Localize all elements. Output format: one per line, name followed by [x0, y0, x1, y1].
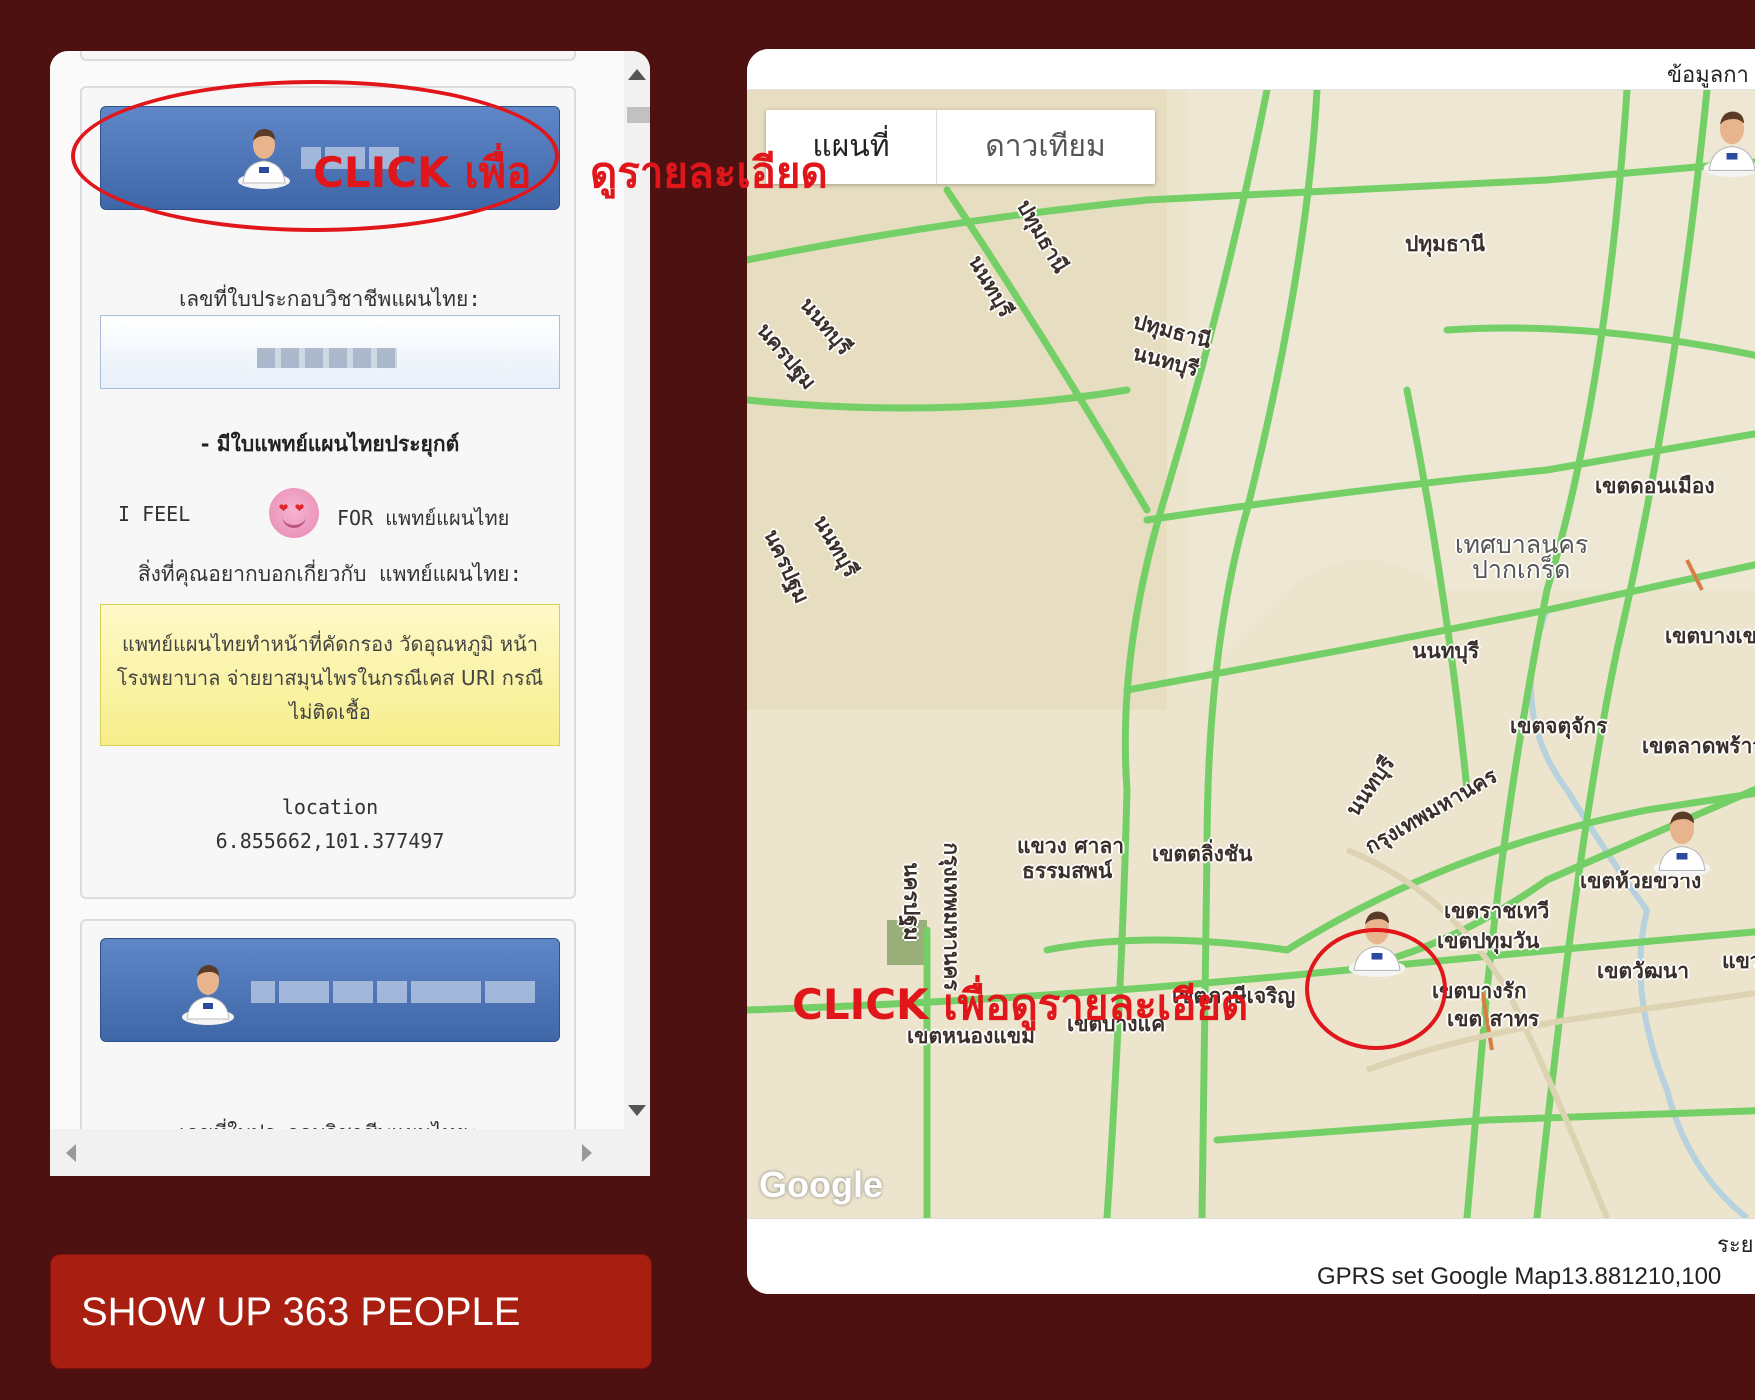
doctor-marker-icon[interactable] — [1652, 805, 1712, 877]
previous-profile-card — [80, 51, 576, 61]
license-number-blurred — [257, 348, 397, 368]
map-label: เขตลาดพร้าว — [1642, 734, 1755, 758]
annotation-detail-text: ดูรายละเอียด — [590, 148, 828, 197]
profile-name-blurred — [251, 981, 535, 1003]
show-up-people-button[interactable]: SHOW UP 363 PEOPLE — [50, 1254, 652, 1369]
map-label: แขว — [1722, 949, 1755, 973]
horizontal-scrollbar[interactable] — [50, 1129, 650, 1176]
scroll-down-arrow-icon[interactable] — [628, 1105, 646, 1116]
doctor-marker-icon[interactable] — [1702, 105, 1755, 177]
map-label: ปทุมธานี — [1405, 232, 1485, 256]
map-scale-text: ระย — [1717, 1233, 1754, 1258]
map-info-header: ข้อมูลกา — [1667, 63, 1749, 88]
about-label: สิ่งที่คุณอยากบอกเกี่ยวกับ แพทย์แผนไทย: — [137, 562, 523, 586]
gprs-coordinates-text: GPRS set Google Map13.881210,100 — [1317, 1263, 1722, 1290]
profile-card: เลขที่ใบประกอบวิชาชีพแผนไทย: — [80, 919, 576, 1129]
google-logo: Google — [759, 1164, 883, 1205]
map-label: เขต สาทร — [1447, 1007, 1540, 1031]
google-map[interactable]: ปทุมธานี ปทุมธานี นนทบุรี นนทบุรี นครปฐม… — [747, 90, 1755, 1218]
map-label: เขตปทุมวัน — [1437, 929, 1540, 953]
certification-badge-text: - มีใบแพทย์แผนไทยประยุกต์ — [200, 432, 460, 456]
feeling-row: I FEEL ❤ ❤ FOR แพทย์แผนไทย — [82, 488, 578, 542]
annotation-map-click-text: CLICK เพื่อดูรายละเอียด — [792, 980, 1249, 1029]
map-label: ธรรมสพน์ — [1022, 859, 1113, 883]
feel-label: I FEEL — [118, 502, 191, 526]
scroll-left-arrow-icon[interactable] — [66, 1144, 76, 1162]
heart-eyes-emoji-icon: ❤ ❤ — [269, 488, 319, 538]
map-roads-layer — [747, 90, 1755, 1218]
license-label: เลขที่ใบประกอบวิชาชีพแผนไทย: — [179, 287, 481, 311]
scroll-up-arrow-icon[interactable] — [628, 69, 646, 80]
map-label: เขตจตุจักร — [1510, 714, 1608, 738]
doctor-avatar-icon — [182, 965, 234, 1025]
map-label: เขตราชเทวี — [1444, 899, 1550, 923]
map-label: เขตดอนเมือง — [1595, 474, 1715, 498]
map-label: กรุงเทพมหานคร — [939, 842, 964, 991]
about-note-box: แพทย์แผนไทยทำหน้าที่คัดกรอง วัดอุณหภูมิ … — [100, 604, 560, 746]
map-label: นครปฐม — [899, 862, 924, 941]
license-number-field — [100, 315, 560, 389]
annotation-click-text: CLICK เพื่อ — [313, 148, 532, 197]
feel-target-label: FOR แพทย์แผนไทย — [337, 506, 510, 530]
location-value: 6.855662,101.377497 — [215, 829, 445, 853]
map-header: ข้อมูลกา — [747, 49, 1755, 90]
location-label: location — [281, 795, 379, 819]
map-label: นนทบุรี — [1412, 639, 1480, 663]
map-type-satellite-button[interactable]: ดาวเทียม — [936, 110, 1155, 184]
scrollbar-thumb[interactable] — [627, 107, 650, 123]
map-panel: ข้อมูลกา ปทุมธานี ปทุมธานี นนทบุรี นนทบุ… — [747, 49, 1755, 1294]
annotation-ellipse-map — [1305, 928, 1447, 1050]
license-label: เลขที่ใบประกอบวิชาชีพแผนไทย: — [82, 1117, 578, 1129]
map-label: ปากเกร็ด — [1472, 555, 1571, 584]
map-label: เขตบางเข — [1665, 624, 1755, 648]
map-label: เขตตลิ่งชัน — [1152, 842, 1253, 866]
vertical-scrollbar[interactable] — [624, 51, 650, 1129]
scroll-right-arrow-icon[interactable] — [582, 1144, 592, 1162]
profile-detail-button[interactable] — [100, 938, 560, 1042]
map-label: เขตวัฒนา — [1597, 959, 1690, 983]
map-footer: ระย GPRS set Google Map13.881210,100 — [747, 1218, 1755, 1294]
